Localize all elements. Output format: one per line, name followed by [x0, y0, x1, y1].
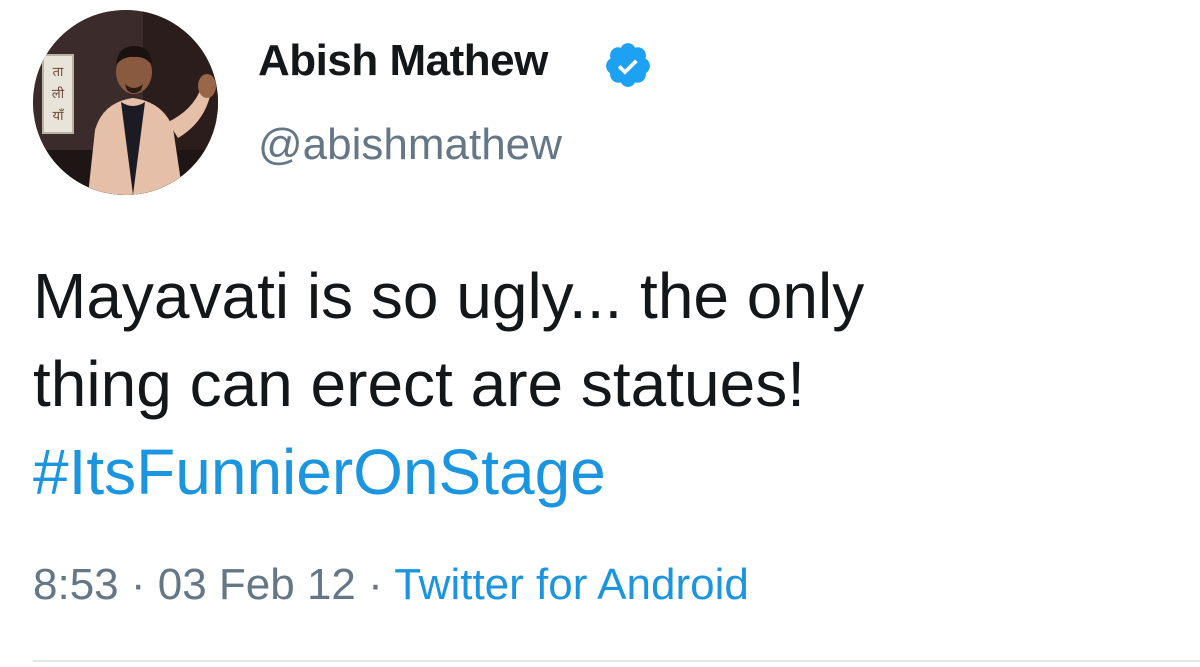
tweet-source-link[interactable]: Twitter for Android — [394, 560, 749, 609]
tweet-text-line: thing can erect are statues! — [33, 348, 805, 420]
avatar[interactable]: ता ली याँ — [33, 10, 218, 195]
tweet-meta: 8:53 · 03 Feb 12 · Twitter for Android — [33, 560, 749, 610]
meta-separator: · — [118, 560, 158, 609]
display-name[interactable]: Abish Mathew — [258, 36, 548, 86]
tweet-text-line: Mayavati is so ugly... the only — [33, 260, 865, 332]
tweet-date[interactable]: 03 Feb 12 — [158, 560, 356, 609]
profile-photo-icon: ता ली याँ — [33, 10, 218, 195]
svg-text:याँ: याँ — [53, 108, 65, 124]
tweet-time[interactable]: 8:53 — [33, 560, 119, 609]
verified-badge-icon — [606, 43, 650, 87]
tweet-card: ता ली याँ Abish Mathew @abishmathew Maya… — [0, 0, 1200, 667]
hashtag-link[interactable]: #ItsFunnierOnStage — [33, 428, 1173, 516]
meta-separator: · — [355, 560, 395, 609]
divider — [33, 660, 1200, 662]
user-handle[interactable]: @abishmathew — [258, 120, 562, 170]
svg-text:ली: ली — [52, 86, 65, 102]
svg-text:ता: ता — [53, 65, 64, 80]
tweet-text: Mayavati is so ugly... the only thing ca… — [33, 252, 1173, 516]
